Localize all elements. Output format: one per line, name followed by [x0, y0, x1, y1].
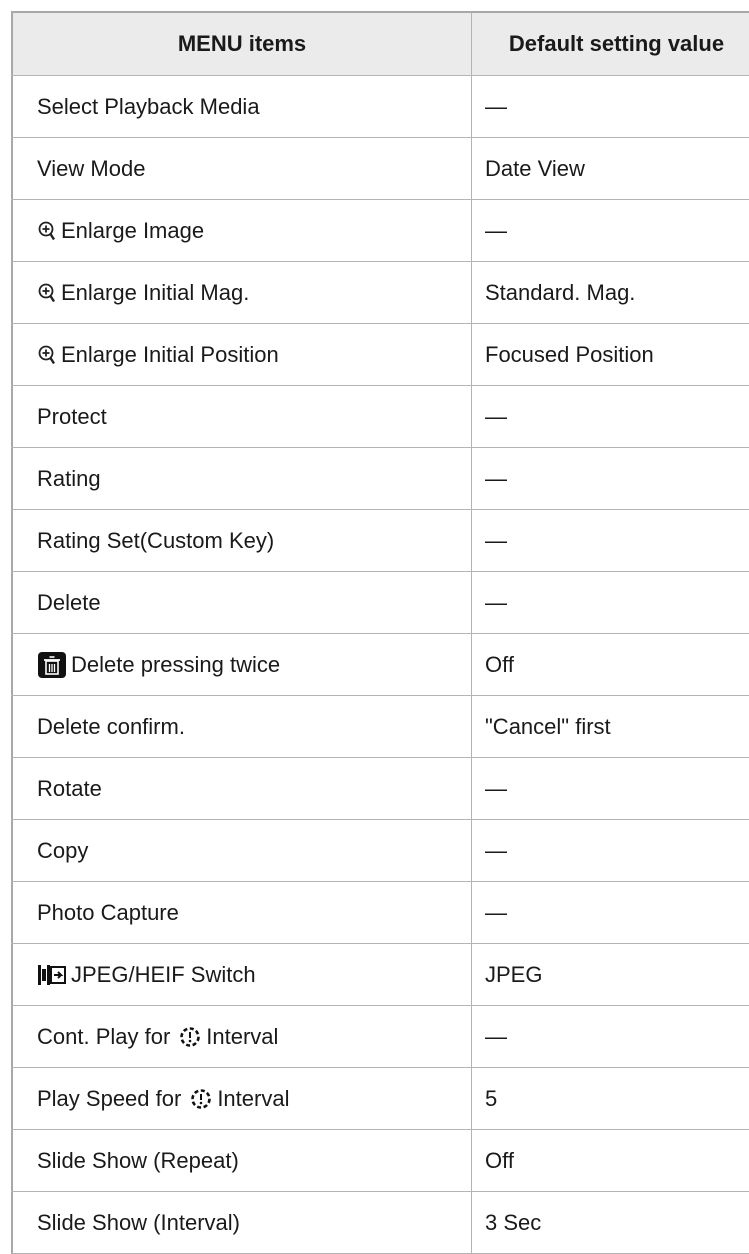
header-menu-items: MENU items	[11, 13, 472, 75]
menu-item-label: Enlarge Image	[61, 217, 205, 243]
menu-item-label: Photo Capture	[37, 899, 179, 925]
menu-item-cell: View Mode	[11, 138, 472, 199]
menu-item-cell: Photo Capture	[11, 882, 472, 943]
menu-item-cell: Delete pressing twice	[11, 634, 472, 695]
default-value-cell: —	[485, 899, 507, 925]
table-row: View Mode Date View	[11, 138, 749, 200]
default-value-cell: Off	[485, 1147, 514, 1173]
menu-item-label: Enlarge Initial Mag.	[61, 279, 250, 305]
menu-item-label: Slide Show (Repeat)	[37, 1147, 239, 1173]
table-row: Protect —	[11, 386, 749, 448]
default-value-cell: JPEG	[485, 961, 543, 987]
menu-item-label-suffix: Interval	[206, 1023, 279, 1049]
menu-item-label: Cont. Play for	[37, 1023, 171, 1049]
table-row: Photo Capture —	[11, 882, 749, 944]
menu-item-cell: Delete	[11, 572, 472, 633]
menu-item-cell: Rating	[11, 448, 472, 509]
table-row: Slide Show (Interval) 3 Sec	[11, 1192, 749, 1254]
default-value-cell: —	[485, 403, 507, 429]
interval-icon	[189, 1087, 213, 1111]
default-value-cell: —	[485, 837, 507, 863]
menu-item-label: Copy	[37, 837, 89, 863]
default-value-cell: Date View	[485, 155, 585, 181]
table-row: Delete confirm. "Cancel" first	[11, 696, 749, 758]
table-row: Rating Set(Custom Key) —	[11, 510, 749, 572]
menu-item-cell: Protect	[11, 386, 472, 447]
table-row: Enlarge Image —	[11, 200, 749, 262]
menu-item-cell: Enlarge Initial Position	[11, 324, 472, 385]
menu-item-label: Select Playback Media	[37, 93, 260, 119]
table-row: Delete —	[11, 572, 749, 634]
jpeg-heif-switch-icon	[37, 963, 67, 987]
table-row: Enlarge Initial Position Focused Position	[11, 324, 749, 386]
menu-item-label: Delete pressing twice	[71, 651, 281, 677]
default-value-cell: —	[485, 217, 507, 243]
menu-item-cell: Play Speed for Interval	[11, 1068, 472, 1129]
table-row: JPEG/HEIF Switch JPEG	[11, 944, 749, 1006]
menu-item-cell: JPEG/HEIF Switch	[11, 944, 472, 1005]
menu-item-cell: Enlarge Initial Mag.	[11, 262, 472, 323]
header-default-setting-value: Default setting value	[508, 31, 725, 56]
menu-item-label: Play Speed for	[37, 1085, 182, 1111]
table-row: Cont. Play for Interval —	[11, 1006, 749, 1068]
menu-item-label: Delete confirm.	[37, 713, 185, 739]
table-row: Enlarge Initial Mag. Standard. Mag.	[11, 262, 749, 324]
table-row: Copy —	[11, 820, 749, 882]
magnifier-plus-icon	[37, 220, 57, 242]
default-value-cell: —	[485, 589, 507, 615]
menu-item-label: Delete	[37, 589, 101, 615]
table-row: Rating —	[11, 448, 749, 510]
menu-item-label-suffix: Interval	[217, 1085, 290, 1111]
default-value-cell: Standard. Mag.	[485, 279, 636, 305]
menu-item-cell: Rotate	[11, 758, 472, 819]
table-header-row: MENU items Default setting value	[11, 13, 749, 76]
menu-item-label: Enlarge Initial Position	[61, 341, 279, 367]
table-row: Play Speed for Interval 5	[11, 1068, 749, 1130]
magnifier-plus-icon	[37, 282, 57, 304]
table-row: Delete pressing twice Off	[11, 634, 749, 696]
menu-item-cell: Slide Show (Interval)	[11, 1192, 472, 1253]
menu-item-cell: Delete confirm.	[11, 696, 472, 757]
default-value-cell: —	[485, 527, 507, 553]
table-row: Select Playback Media —	[11, 76, 749, 138]
magnifier-plus-icon	[37, 344, 57, 366]
default-value-cell: 5	[485, 1085, 498, 1111]
menu-item-label: Rating Set(Custom Key)	[37, 527, 275, 553]
menu-item-label: JPEG/HEIF Switch	[71, 961, 256, 987]
menu-item-label: Rotate	[37, 775, 102, 801]
menu-item-cell: Copy	[11, 820, 472, 881]
menu-item-label: Rating	[37, 465, 101, 491]
menu-item-cell: Slide Show (Repeat)	[11, 1130, 472, 1191]
table-row: Slide Show (Repeat) Off	[11, 1130, 749, 1192]
default-value-cell: —	[485, 1023, 507, 1049]
menu-item-cell: Cont. Play for Interval	[11, 1006, 472, 1067]
default-value-cell: 3 Sec	[485, 1209, 542, 1235]
table-body: Select Playback Media — View Mode Date View…	[11, 76, 749, 1254]
menu-item-label: Protect	[37, 403, 107, 429]
default-value-cell: Off	[485, 651, 514, 677]
menu-settings-table: MENU items Default setting value Select …	[11, 11, 749, 1254]
default-value-cell: —	[485, 465, 507, 491]
default-value-cell: "Cancel" first	[485, 713, 611, 739]
menu-item-label: View Mode	[37, 155, 146, 181]
default-value-cell: Focused Position	[485, 341, 654, 367]
default-value-cell: —	[485, 775, 507, 801]
trash-icon	[37, 651, 67, 679]
interval-icon	[178, 1025, 202, 1049]
menu-item-cell: Rating Set(Custom Key)	[11, 510, 472, 571]
menu-item-label: Slide Show (Interval)	[37, 1209, 240, 1235]
table-row: Rotate —	[11, 758, 749, 820]
default-value-cell: —	[485, 93, 507, 119]
menu-item-cell: Enlarge Image	[11, 200, 472, 261]
menu-item-cell: Select Playback Media	[11, 76, 472, 137]
